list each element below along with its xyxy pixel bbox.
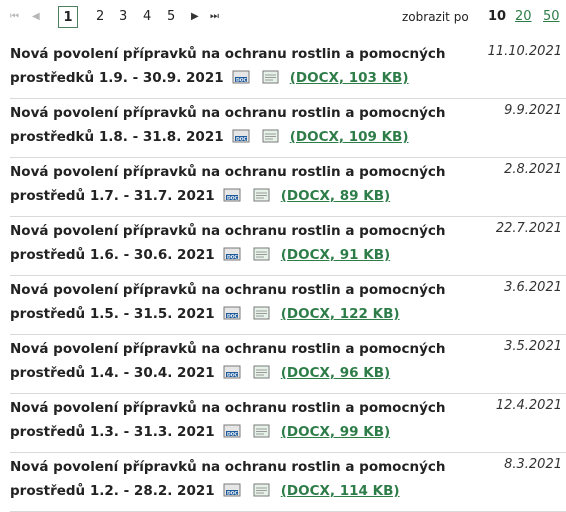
document-preview-icon[interactable] — [252, 246, 272, 270]
item-date: 9.9.2021 — [504, 103, 562, 118]
docx-file-icon[interactable]: DOC — [223, 482, 243, 506]
per-page-50[interactable]: 50 — [543, 9, 560, 24]
item-title-line2[interactable]: prostředů 1.2. - 28.2. 2021 — [10, 483, 215, 499]
docx-download-link[interactable]: (DOCX, 122 KB) — [281, 306, 400, 322]
svg-text:DOC: DOC — [227, 491, 239, 497]
pagination-bar: ⏮ ◀ 1 2 3 4 5 ▶ ⏭ zobrazit po 10 20 50 — [10, 6, 562, 30]
item-title[interactable]: Nová povolení přípravků na ochranu rostl… — [10, 160, 480, 211]
item-title[interactable]: Nová povolení přípravků na ochranu rostl… — [10, 278, 480, 329]
prev-page-icon[interactable]: ◀ — [32, 10, 40, 24]
item-title[interactable]: Nová povolení přípravků na ochranu rostl… — [10, 396, 480, 447]
docx-file-icon[interactable]: DOC — [223, 187, 243, 211]
list-item: Nová povolení přípravků na ochranu rostl… — [10, 40, 566, 99]
per-page-20[interactable]: 20 — [515, 9, 532, 24]
list-item: Nová povolení přípravků na ochranu rostl… — [10, 99, 566, 158]
docx-file-icon[interactable]: DOC — [232, 128, 252, 152]
docx-download-link[interactable]: (DOCX, 96 KB) — [281, 365, 390, 381]
item-title-line1[interactable]: Nová povolení přípravků na ochranu rostl… — [10, 341, 446, 357]
list-item: Nová povolení přípravků na ochranu rostl… — [10, 217, 566, 276]
item-date: 12.4.2021 — [495, 398, 562, 413]
page-1-current[interactable]: 1 — [58, 6, 78, 28]
item-title-line2[interactable]: prostředů 1.4. - 30.4. 2021 — [10, 365, 215, 381]
docx-download-link[interactable]: (DOCX, 114 KB) — [281, 483, 400, 499]
item-title-line2[interactable]: prostředů 1.6. - 30.6. 2021 — [10, 247, 215, 263]
list-item: Nová povolení přípravků na ochranu rostl… — [10, 276, 566, 335]
item-date: 3.5.2021 — [504, 339, 562, 354]
per-page-10[interactable]: 10 — [488, 9, 506, 24]
item-title-line2[interactable]: prostředů 1.7. - 31.7. 2021 — [10, 188, 215, 204]
item-title[interactable]: Nová povolení přípravků na ochranu rostl… — [10, 219, 480, 270]
list-item: Nová povolení přípravků na ochranu rostl… — [10, 158, 566, 217]
item-title[interactable]: Nová povolení přípravků na ochranu rostl… — [10, 42, 480, 93]
item-title-line1[interactable]: Nová povolení přípravků na ochranu rostl… — [10, 223, 446, 239]
svg-text:DOC: DOC — [236, 78, 248, 84]
page-4-link[interactable]: 4 — [143, 7, 151, 27]
document-list-page: ⏮ ◀ 1 2 3 4 5 ▶ ⏭ zobrazit po 10 20 50 N… — [0, 0, 566, 512]
document-list: Nová povolení přípravků na ochranu rostl… — [10, 40, 566, 512]
item-title-line1[interactable]: Nová povolení přípravků na ochranu rostl… — [10, 282, 446, 298]
svg-text:DOC: DOC — [227, 255, 239, 261]
document-preview-icon[interactable] — [252, 305, 272, 329]
item-title-line2[interactable]: prostředů 1.5. - 31.5. 2021 — [10, 306, 215, 322]
document-preview-icon[interactable] — [261, 69, 281, 93]
item-title[interactable]: Nová povolení přípravků na ochranu rostl… — [10, 455, 480, 506]
list-item: Nová povolení přípravků na ochranu rostl… — [10, 453, 566, 512]
item-title-line2[interactable]: prostředků 1.8. - 31.8. 2021 — [10, 129, 224, 145]
document-preview-icon[interactable] — [261, 128, 281, 152]
item-title-line2[interactable]: prostředů 1.3. - 31.3. 2021 — [10, 424, 215, 440]
item-title-line1[interactable]: Nová povolení přípravků na ochranu rostl… — [10, 459, 446, 475]
docx-download-link[interactable]: (DOCX, 99 KB) — [281, 424, 390, 440]
docx-file-icon[interactable]: DOC — [223, 305, 243, 329]
docx-file-icon[interactable]: DOC — [223, 246, 243, 270]
docx-file-icon[interactable]: DOC — [223, 364, 243, 388]
page-3-link[interactable]: 3 — [119, 7, 127, 27]
docx-download-link[interactable]: (DOCX, 89 KB) — [281, 188, 390, 204]
item-date: 11.10.2021 — [487, 44, 562, 59]
svg-text:DOC: DOC — [227, 196, 239, 202]
document-preview-icon[interactable] — [252, 364, 272, 388]
item-title-line2[interactable]: prostředků 1.9. - 30.9. 2021 — [10, 70, 224, 86]
svg-text:DOC: DOC — [227, 373, 239, 379]
list-item: Nová povolení přípravků na ochranu rostl… — [10, 335, 566, 394]
document-preview-icon[interactable] — [252, 482, 272, 506]
docx-download-link[interactable]: (DOCX, 103 KB) — [290, 70, 409, 86]
docx-download-link[interactable]: (DOCX, 109 KB) — [290, 129, 409, 145]
item-title-line1[interactable]: Nová povolení přípravků na ochranu rostl… — [10, 105, 446, 121]
item-title-line1[interactable]: Nová povolení přípravků na ochranu rostl… — [10, 400, 446, 416]
item-title-line1[interactable]: Nová povolení přípravků na ochranu rostl… — [10, 164, 446, 180]
next-page-icon[interactable]: ▶ — [191, 10, 199, 24]
first-page-icon[interactable]: ⏮ — [10, 10, 19, 24]
svg-text:DOC: DOC — [227, 432, 239, 438]
page-2-link[interactable]: 2 — [96, 7, 104, 27]
item-date: 22.7.2021 — [495, 221, 562, 236]
document-preview-icon[interactable] — [252, 423, 272, 447]
item-date: 8.3.2021 — [504, 457, 562, 472]
page-5-link[interactable]: 5 — [167, 7, 175, 27]
svg-text:DOC: DOC — [227, 314, 239, 320]
docx-file-icon[interactable]: DOC — [232, 69, 252, 93]
item-title-line1[interactable]: Nová povolení přípravků na ochranu rostl… — [10, 46, 446, 62]
per-page-label: zobrazit po — [402, 10, 469, 24]
svg-text:DOC: DOC — [236, 137, 248, 143]
item-date: 3.6.2021 — [504, 280, 562, 295]
item-date: 2.8.2021 — [504, 162, 562, 177]
docx-download-link[interactable]: (DOCX, 91 KB) — [281, 247, 390, 263]
last-page-icon[interactable]: ⏭ — [210, 10, 219, 24]
document-preview-icon[interactable] — [252, 187, 272, 211]
item-title[interactable]: Nová povolení přípravků na ochranu rostl… — [10, 101, 480, 152]
docx-file-icon[interactable]: DOC — [223, 423, 243, 447]
item-title[interactable]: Nová povolení přípravků na ochranu rostl… — [10, 337, 480, 388]
list-item: Nová povolení přípravků na ochranu rostl… — [10, 394, 566, 453]
